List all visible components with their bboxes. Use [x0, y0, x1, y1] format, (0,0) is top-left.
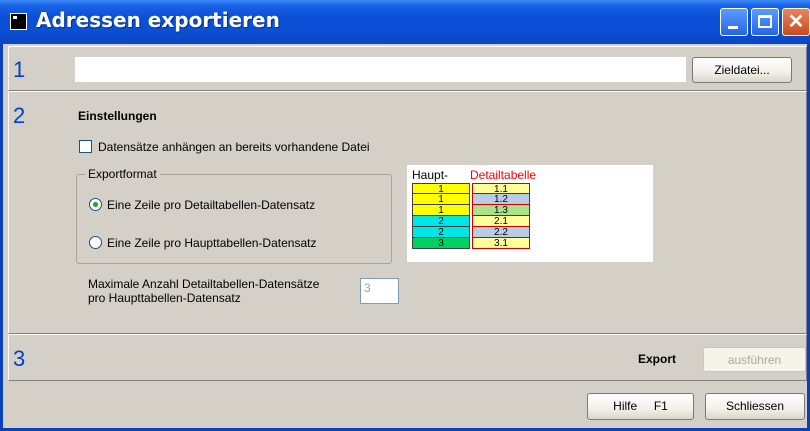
- radio-per-detail[interactable]: [89, 198, 102, 211]
- step1-number: 1: [13, 57, 26, 82]
- window-title: Adressen exportieren: [36, 8, 280, 32]
- preview-detail-cell: 1.1: [472, 183, 530, 195]
- step2-number: 2: [13, 103, 26, 128]
- exportformat-group: Exportformat Eine Zeile pro Detailtabell…: [76, 167, 392, 264]
- preview-detail-cell: 2.1: [472, 216, 530, 227]
- minimize-icon: [728, 26, 738, 29]
- step2-section: 2 Einstellungen Datensätze anhängen an b…: [8, 91, 807, 334]
- preview-main-cell: 1: [412, 205, 470, 216]
- close-window-button[interactable]: ✕: [782, 8, 810, 36]
- target-file-input[interactable]: [75, 57, 686, 82]
- export-label: Export: [638, 352, 677, 366]
- preview-main-cell: 1: [412, 183, 470, 195]
- preview-detail-cell: 2.2: [472, 227, 530, 238]
- max-detail-label: Maximale Anzahl Detailtabellen-Datensätz…: [88, 277, 319, 305]
- append-checkbox[interactable]: [79, 140, 92, 153]
- preview-main-cell: 3: [412, 238, 470, 249]
- preview-main-cell: 2: [412, 216, 470, 227]
- preview-detail-header: Detailtabelle: [470, 168, 537, 182]
- step1-section: 1 Zieldatei...: [8, 46, 807, 91]
- preview-detail-cell: 3.1: [472, 238, 530, 249]
- close-icon: ✕: [787, 11, 805, 33]
- target-file-button[interactable]: Zieldatei...: [692, 57, 792, 83]
- append-checkbox-label[interactable]: Datensätze anhängen an bereits vorhanden…: [98, 140, 370, 154]
- settings-heading: Einstellungen: [78, 109, 157, 123]
- minimize-button[interactable]: [720, 8, 748, 36]
- close-button[interactable]: Schliessen: [705, 393, 805, 420]
- app-icon: [10, 13, 27, 30]
- preview-main-header: Haupt-: [412, 168, 449, 182]
- title-bar[interactable]: Adressen exportieren ✕: [0, 0, 810, 44]
- preview-main-cell: 1: [412, 194, 470, 205]
- step3-section: 3 Export ausführen: [8, 334, 807, 381]
- exportformat-legend: Exportformat: [85, 167, 160, 181]
- run-export-button[interactable]: ausführen: [703, 347, 806, 372]
- preview-detail-cell: 1.3: [472, 205, 530, 216]
- step3-number: 3: [13, 346, 26, 371]
- radio-per-main[interactable]: [89, 236, 102, 249]
- help-button[interactable]: Hilfe F1: [587, 393, 694, 420]
- radio-per-detail-label[interactable]: Eine Zeile pro Detailtabellen-Datensatz: [107, 198, 315, 212]
- max-detail-input[interactable]: 3: [360, 278, 399, 304]
- max-detail-label-line2: pro Haupttabellen-Datensatz: [88, 291, 241, 305]
- maximize-button[interactable]: [751, 8, 779, 36]
- maximize-icon: [758, 15, 772, 28]
- radio-per-main-label[interactable]: Eine Zeile pro Haupttabellen-Datensatz: [107, 236, 316, 250]
- preview-main-cell: 2: [412, 227, 470, 238]
- export-dialog: Adressen exportieren ✕ 1 Zieldatei... 2 …: [0, 0, 810, 431]
- max-detail-label-line1: Maximale Anzahl Detailtabellen-Datensätz…: [88, 277, 320, 291]
- preview-detail-cell: 1.2: [472, 194, 530, 205]
- format-preview: Haupt- Detailtabelle 1 1.1 1 1.2 1 1.3 2 2.1 2 2.…: [407, 165, 653, 262]
